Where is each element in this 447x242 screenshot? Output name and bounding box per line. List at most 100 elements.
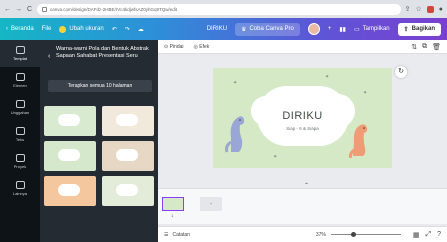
page-number: 1 bbox=[171, 213, 174, 218]
present-button[interactable]: ▭ Tampilkan bbox=[354, 26, 390, 33]
bookmark-icon[interactable]: ☆ bbox=[415, 5, 421, 13]
upload-icon: ⇧ bbox=[403, 26, 409, 33]
thumb-shape bbox=[116, 184, 138, 196]
duplicate-icon[interactable]: ⧉ bbox=[422, 43, 427, 51]
slide-canvas[interactable]: ✦ ✦ ✦ ✦ DIRIKU Siap - 6 & Siapa bbox=[213, 68, 392, 168]
notes-icon[interactable]: ☰ bbox=[164, 232, 168, 238]
sparkle-icon: ✦ bbox=[363, 90, 368, 96]
help-icon[interactable]: ? bbox=[437, 231, 441, 239]
present-label: Tampilkan bbox=[362, 26, 390, 32]
template-page-grid bbox=[44, 106, 154, 206]
rail-item-text[interactable]: Teks bbox=[0, 121, 40, 148]
design-name[interactable]: DIRIKU bbox=[207, 26, 227, 32]
resize-label: Ubah ukuran bbox=[69, 26, 104, 32]
rail-label: Teks bbox=[15, 137, 25, 142]
browser-bar: ← → C canva.com/design/DAFdz-2HBE/rVc4kd… bbox=[0, 0, 447, 18]
position-icon[interactable]: ⇅ bbox=[411, 43, 417, 51]
sparkle-icon: ✦ bbox=[273, 154, 278, 160]
text-icon bbox=[15, 127, 25, 135]
cloud-sync-icon[interactable]: ☁ bbox=[138, 26, 144, 33]
present-icon: ▭ bbox=[353, 26, 360, 33]
rail-item-more[interactable]: Lainnya bbox=[0, 175, 40, 202]
rail-label: Elemen bbox=[13, 83, 27, 88]
address-bar[interactable]: canva.com/design/DAFdz-2HBE/rVc4kdjwfsAZ… bbox=[37, 3, 401, 15]
rail-item-projects[interactable]: Proyek bbox=[0, 148, 40, 175]
template-panel: ‹ Warna-warni Pola dan Bentuk Abstrak Sa… bbox=[40, 40, 158, 242]
crown-icon: ♛ bbox=[241, 26, 247, 33]
url-text: canva.com/design/DAFdz-2HBE/rVc4kdjwfsAZ… bbox=[50, 6, 178, 12]
back-icon[interactable]: ← bbox=[4, 6, 11, 13]
scan-button[interactable]: ⊙ Pindai bbox=[164, 44, 184, 50]
page-thumbnail[interactable] bbox=[162, 197, 184, 211]
template-icon bbox=[15, 46, 25, 54]
refresh-icon[interactable]: ↻ bbox=[395, 66, 407, 78]
page-strip: 1 + bbox=[158, 188, 447, 224]
lock-icon bbox=[42, 6, 47, 12]
crown-icon bbox=[59, 25, 67, 33]
rail-item-elements[interactable]: Elemen bbox=[0, 67, 40, 94]
rail-item-templates[interactable]: Templat bbox=[0, 40, 40, 67]
dinosaur-illustration bbox=[348, 124, 368, 158]
reload-icon[interactable]: C bbox=[26, 6, 33, 13]
editor-header: ‹ Beranda File Ubah ukuran ↶ ↷ ☁ DIRIKU … bbox=[0, 18, 447, 40]
side-rail: Templat Elemen Unggahan Teks Proyek Lain… bbox=[0, 40, 40, 242]
template-page-thumb[interactable] bbox=[102, 141, 154, 171]
home-label: Beranda bbox=[11, 26, 34, 32]
zoom-slider[interactable] bbox=[330, 232, 401, 237]
canvas-workspace: ⊙ Pindai ◎ Efek ⇅ ⧉ 🗑 ✦ ✦ ✦ ✦ DIRIKU Sia… bbox=[158, 40, 447, 242]
panel-header: ‹ Warna-warni Pola dan Bentuk Abstrak Sa… bbox=[48, 46, 156, 60]
fullscreen-icon[interactable]: ⤢ bbox=[425, 231, 431, 239]
rail-label: Unggahan bbox=[10, 110, 30, 115]
effects-label: Efek bbox=[199, 43, 210, 50]
undo-button[interactable]: ↶ bbox=[112, 26, 117, 33]
apply-all-button[interactable]: Terapkan semua 10 halaman bbox=[48, 80, 152, 92]
zoom-value: 37% bbox=[315, 231, 326, 238]
share-button[interactable]: ⇧ Bagikan bbox=[397, 22, 441, 36]
dinosaur-illustration bbox=[225, 116, 245, 153]
elements-icon bbox=[15, 73, 25, 81]
try-pro-button[interactable]: ♛ Coba Canva Pro bbox=[235, 22, 300, 36]
forward-icon[interactable]: → bbox=[15, 6, 22, 13]
avatar[interactable] bbox=[307, 23, 320, 35]
footer-actions: ▦ ⤢ ? bbox=[413, 231, 441, 239]
insights-icon[interactable]: ▮▮ bbox=[339, 26, 346, 33]
upload-icon bbox=[15, 100, 25, 108]
grid-view-icon[interactable]: ▦ bbox=[413, 231, 420, 239]
add-page-button[interactable]: + bbox=[200, 197, 222, 211]
thumb-shape bbox=[58, 114, 80, 126]
zoom-control: 37% bbox=[316, 232, 401, 238]
home-button[interactable]: ‹ Beranda bbox=[6, 26, 34, 32]
toolbar-actions: ⇅ ⧉ 🗑 bbox=[411, 43, 441, 51]
extension-icon[interactable] bbox=[426, 5, 434, 13]
thumb-shape bbox=[116, 149, 138, 161]
template-page-thumb[interactable] bbox=[102, 106, 154, 136]
sparkle-icon: ✦ bbox=[233, 80, 238, 86]
rail-label: Templat bbox=[12, 56, 27, 61]
redo-button[interactable]: ↷ bbox=[125, 26, 130, 33]
profile-icon[interactable]: ● bbox=[439, 6, 443, 13]
back-icon[interactable]: ‹ bbox=[48, 53, 50, 60]
rail-label: Lainnya bbox=[12, 191, 27, 196]
thumb-shape bbox=[58, 184, 80, 196]
thumb-shape bbox=[58, 149, 80, 161]
rail-item-uploads[interactable]: Unggahan bbox=[0, 94, 40, 121]
template-page-thumb[interactable] bbox=[102, 176, 154, 206]
notes-button[interactable]: Catatan bbox=[172, 232, 190, 238]
folder-icon bbox=[15, 154, 25, 162]
rail-label: Proyek bbox=[13, 164, 27, 169]
resize-button[interactable]: Ubah ukuran bbox=[59, 25, 104, 33]
effects-button[interactable]: ◎ Efek bbox=[194, 44, 210, 50]
zoom-slider-knob[interactable] bbox=[350, 232, 356, 237]
template-page-thumb[interactable] bbox=[44, 176, 96, 206]
thumb-shape bbox=[116, 114, 138, 126]
share-page-icon[interactable]: ⇪ bbox=[405, 5, 411, 13]
more-icon bbox=[15, 181, 25, 189]
context-toolbar: ⊙ Pindai ◎ Efek ⇅ ⧉ 🗑 bbox=[158, 40, 447, 54]
template-page-thumb[interactable] bbox=[44, 106, 96, 136]
add-people-button[interactable]: + bbox=[328, 26, 332, 32]
editor-footer: ☰ Catatan 37% ▦ ⤢ ? bbox=[158, 226, 447, 242]
trash-icon[interactable]: 🗑 bbox=[432, 43, 441, 51]
file-menu[interactable]: File bbox=[42, 26, 52, 32]
template-page-thumb[interactable] bbox=[44, 141, 96, 171]
sparkle-icon: ✦ bbox=[325, 74, 330, 80]
